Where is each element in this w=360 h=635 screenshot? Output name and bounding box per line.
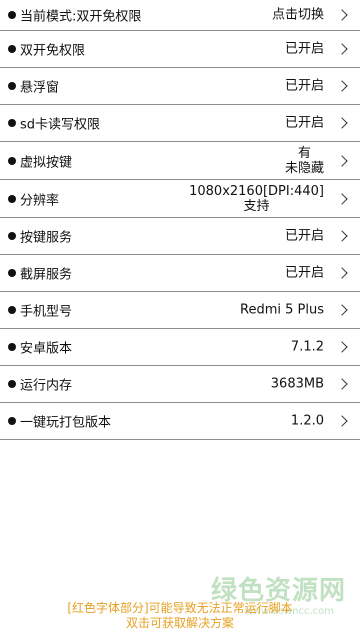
chevron-right-icon [336, 43, 348, 55]
row-value: 已开启 [284, 78, 324, 94]
bullet-icon [8, 11, 16, 19]
chevron-right-icon [336, 9, 348, 21]
row-label: 悬浮窗 [20, 80, 60, 96]
row-value: Redmi 5 Plus [240, 302, 324, 318]
bullet-icon [8, 380, 16, 388]
bullet-icon [8, 156, 16, 165]
row-key-service[interactable]: 按键服务 已开启 [0, 218, 360, 255]
chevron-right-icon [336, 378, 348, 390]
chevron-right-icon [336, 117, 348, 129]
chevron-right-icon [336, 304, 348, 316]
row-label: 安卓版本 [20, 341, 73, 357]
bullet-icon [8, 417, 16, 425]
row-label: 手机型号 [20, 304, 73, 320]
row-label: 按键服务 [20, 230, 73, 246]
row-value: 已开启 [284, 228, 324, 244]
row-label: 一键玩打包版本 [20, 415, 112, 431]
row-value: 已开启 [284, 41, 324, 57]
bullet-icon [8, 343, 16, 351]
chevron-right-icon [336, 230, 348, 242]
row-label: sd卡读写权限 [20, 117, 101, 133]
row-value: 1.2.0 [290, 413, 324, 429]
row-value: 已开启 [284, 115, 324, 131]
row-value: 已开启 [284, 265, 324, 281]
row-virtual-keys[interactable]: 虚拟按键 有未隐藏 [0, 142, 360, 180]
bullet-icon [8, 82, 16, 90]
bullet-icon [8, 306, 16, 314]
chevron-right-icon [336, 341, 348, 353]
row-label: 双开免权限 [20, 43, 86, 59]
row-android-version[interactable]: 安卓版本 7.1.2 [0, 329, 360, 366]
row-label: 当前模式:双开免权限 [20, 9, 142, 25]
row-label: 运行内存 [20, 378, 73, 394]
row-value: 点击切换 [271, 7, 324, 23]
row-label: 虚拟按键 [20, 155, 73, 170]
bullet-icon [8, 119, 16, 127]
chevron-right-icon [336, 415, 348, 427]
bullet-icon [8, 269, 16, 277]
chevron-right-icon [336, 267, 348, 279]
row-value: 7.1.2 [290, 339, 324, 355]
chevron-right-icon [336, 192, 348, 205]
footer-notice[interactable]: [红色字体部分]可能导致无法正常运行脚本 双击可获取解决方案 [0, 601, 360, 635]
chevron-right-icon [336, 80, 348, 92]
row-pack-version[interactable]: 一键玩打包版本 1.2.0 [0, 403, 360, 440]
row-value: 3683MB [270, 376, 324, 392]
bullet-icon [8, 45, 16, 53]
row-phone-model[interactable]: 手机型号 Redmi 5 Plus [0, 292, 360, 329]
chevron-right-icon [336, 154, 348, 167]
bullet-icon [8, 232, 16, 240]
row-label: 分辨率 [20, 193, 60, 208]
row-value: 1080x2160[DPI:440] 支持 [189, 183, 324, 214]
row-memory[interactable]: 运行内存 3683MB [0, 366, 360, 403]
footer-line-1: [红色字体部分]可能导致无法正常运行脚本 [67, 601, 293, 615]
row-sd-card[interactable]: sd卡读写权限 已开启 [0, 105, 360, 142]
bullet-icon [8, 194, 16, 203]
row-resolution[interactable]: 分辨率 1080x2160[DPI:440] 支持 [0, 180, 360, 218]
row-label: 截屏服务 [20, 267, 73, 283]
row-screenshot-service[interactable]: 截屏服务 已开启 [0, 255, 360, 292]
status-list: 当前模式:双开免权限 点击切换 双开免权限 已开启 悬浮窗 已开启 sd卡读写权… [0, 0, 360, 440]
row-dual-open[interactable]: 双开免权限 已开启 [0, 31, 360, 68]
row-value: 有未隐藏 [284, 145, 324, 176]
footer-line-2: 双击可获取解决方案 [125, 616, 234, 630]
row-mode[interactable]: 当前模式:双开免权限 点击切换 [0, 0, 360, 31]
row-floating-window[interactable]: 悬浮窗 已开启 [0, 68, 360, 105]
